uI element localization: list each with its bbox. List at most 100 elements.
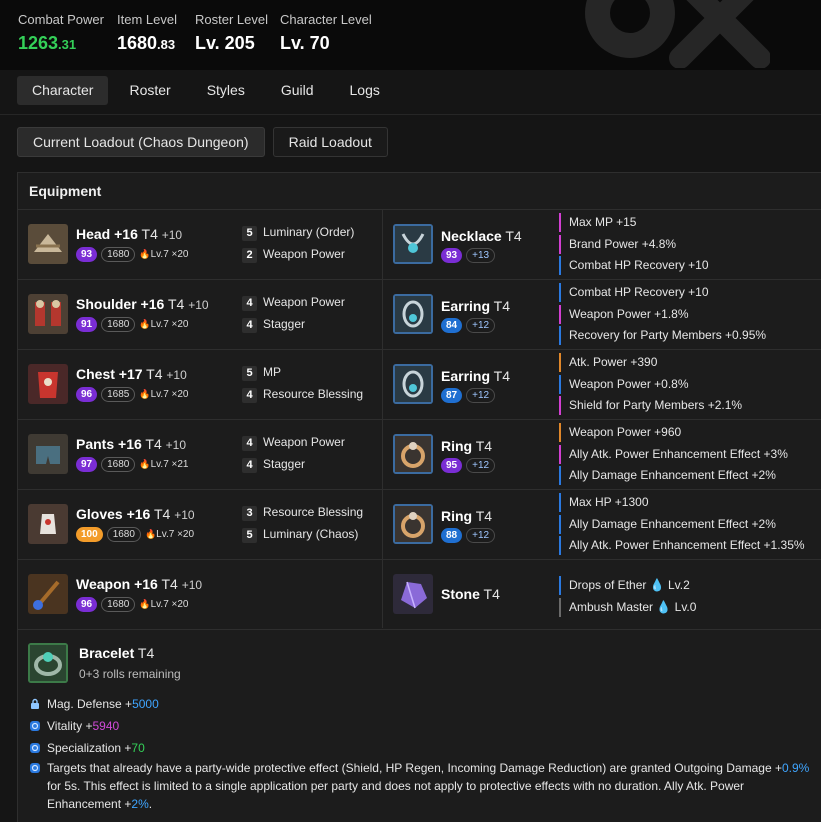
bracelet-stat: Mag. Defense +5000	[29, 697, 159, 711]
bracelet-icon[interactable]	[28, 643, 68, 683]
gear-slot: Weapon +16	[76, 576, 158, 592]
engraving: 5 Luminary (Chaos)	[242, 527, 358, 543]
shoulder-icon[interactable]	[28, 294, 68, 334]
main-tabs: Character Roster Styles Guild Logs	[17, 76, 401, 105]
gear-slot: Chest +17	[76, 366, 143, 382]
stat-value: 1263.31	[18, 33, 104, 54]
stone-icon	[393, 574, 433, 614]
pants-icon[interactable]	[28, 434, 68, 474]
earring-icon	[393, 364, 433, 404]
stat-value: 5940	[92, 719, 120, 733]
equipment-row: Chest +17 T4 +10 96 1685 🔥 Lv.7 ×20 5 MP 4 Resou…	[18, 350, 821, 420]
accessory-effect: Max MP +15	[559, 213, 636, 232]
effect-text: Ally Atk. Power Enhancement Effect +3%	[569, 446, 788, 461]
effect-text: Shield for Party Members +2.1%	[569, 398, 743, 412]
stat-label: Vitality +	[47, 719, 93, 733]
accessory-tier: T4	[472, 438, 493, 454]
accessory-name: Earring T4	[441, 298, 510, 314]
lock-icon	[31, 698, 39, 709]
bracelet-stat: Specialization +70	[29, 741, 145, 755]
bonus-badge: +12	[466, 458, 496, 473]
accessory-badges: 95 +12	[441, 458, 496, 473]
gear-badges: 93 1680 🔥 Lv.7 ×20	[76, 247, 189, 262]
accessory-name: Ring T4	[441, 438, 492, 454]
bonus-badge: +13	[466, 248, 496, 263]
stat-value: Lv. 205	[195, 33, 255, 53]
gear-badges: 100 1680 🔥 Lv.7 ×20	[76, 527, 194, 542]
accessory-effect: Combat HP Recovery +10	[559, 283, 709, 302]
engraving-level: 4	[242, 388, 257, 403]
accessory-effect: Ally Atk. Power Enhancement Effect +3%	[559, 444, 788, 464]
item-level-badge: 1680	[101, 247, 136, 262]
accessory-effect: Weapon Power +1.8%	[559, 304, 689, 324]
accessory-name: Earring T4	[441, 368, 510, 384]
enchant-level: Lv.7 ×21	[150, 459, 189, 470]
enchant-level: Lv.7 ×20	[150, 389, 189, 400]
gloves-icon[interactable]	[28, 504, 68, 544]
loadout-raid-button[interactable]: Raid Loadout	[272, 127, 388, 157]
bracelet-icon	[28, 643, 68, 683]
chest-icon[interactable]	[28, 364, 68, 404]
gear-tier: T4	[157, 576, 182, 592]
bracelet-section: Bracelet T4 0+3 rolls remaining Mag. Def…	[18, 627, 821, 822]
effect-level: Lv.0	[674, 599, 697, 614]
tab-styles[interactable]: Styles	[192, 76, 260, 105]
bracelet-rolls: 0+3 rolls remaining	[79, 667, 181, 681]
tab-roster[interactable]: Roster	[114, 76, 185, 105]
engraving-level: 3	[242, 506, 257, 521]
engraving-level: 5	[242, 226, 257, 241]
earring-icon[interactable]	[393, 364, 433, 404]
flame-icon: 🔥	[139, 249, 151, 259]
stat-label: Character Level	[280, 12, 372, 27]
necklace-icon[interactable]	[393, 224, 433, 264]
quality-badge: 96	[76, 597, 98, 612]
effect-text: Max HP +1300	[569, 495, 649, 509]
engraving: 2 Weapon Power	[242, 247, 345, 263]
ring-icon[interactable]	[393, 504, 433, 544]
stat-dec: .83	[157, 37, 176, 52]
helmet-icon[interactable]	[28, 224, 68, 264]
stat-value: 1680.83	[117, 33, 177, 54]
equipment-panel: Equipment Head +16 T4 +10 93 1680 🔥 Lv.7 ×20…	[17, 172, 821, 822]
gear-icon	[30, 743, 40, 753]
bracelet-stat: Vitality +5940	[29, 719, 119, 733]
engraving-name: Resource Blessing	[263, 387, 364, 401]
stat-value: 70	[131, 741, 145, 755]
accessory-effect: Ally Damage Enhancement Effect +2%	[559, 466, 776, 485]
enchant-level: Lv.7 ×20	[156, 529, 195, 540]
engraving-level: 5	[242, 528, 257, 543]
tab-guild[interactable]: Guild	[266, 76, 329, 105]
weapon-icon[interactable]	[28, 574, 68, 614]
effect-value: 0.9%	[781, 761, 810, 775]
accessory-type: Necklace	[441, 228, 502, 244]
effect-text: Drops of Ether	[569, 578, 647, 592]
engraving: 4 Weapon Power	[242, 435, 345, 451]
engraving: 4 Resource Blessing	[242, 387, 363, 403]
engraving: 4 Stagger	[242, 457, 305, 473]
enchant-level: Lv.7 ×20	[150, 599, 189, 610]
tab-logs[interactable]: Logs	[335, 76, 395, 105]
earring-icon[interactable]	[393, 294, 433, 334]
flame-icon: 🔥	[139, 599, 151, 609]
stone-icon[interactable]	[393, 574, 433, 614]
equipment-row: Weapon +16 T4 +10 96 1680 🔥 Lv.7 ×20 Stone T4…	[18, 560, 821, 630]
equipment-row: Pants +16 T4 +10 97 1680 🔥 Lv.7 ×21 4 Weapon P…	[18, 420, 821, 490]
stat-label: Specialization +	[47, 741, 132, 755]
panel-title: Equipment	[29, 183, 102, 199]
engraving-level: 4	[242, 318, 257, 333]
tab-character[interactable]: Character	[17, 76, 109, 105]
accessory-tier: T4	[472, 508, 493, 524]
engraving-name: MP	[263, 365, 281, 379]
gear-refine: +10	[174, 508, 195, 522]
engraving-name: Stagger	[263, 457, 306, 471]
effect-level: Lv.2	[667, 578, 690, 592]
accessory-badges: 87 +12	[441, 388, 496, 403]
ring-icon[interactable]	[393, 434, 433, 474]
loadout-chaos-button[interactable]: Current Loadout (Chaos Dungeon)	[17, 127, 265, 157]
effect-text: Ally Damage Enhancement Effect +2%	[569, 516, 776, 531]
engraving-name: Luminary (Order)	[263, 225, 355, 239]
helmet-icon	[28, 224, 68, 264]
effect-text: Weapon Power +1.8%	[569, 306, 689, 321]
gear-badges: 97 1680 🔥 Lv.7 ×21	[76, 457, 189, 472]
gear-name: Pants +16 T4 +10	[76, 436, 186, 452]
